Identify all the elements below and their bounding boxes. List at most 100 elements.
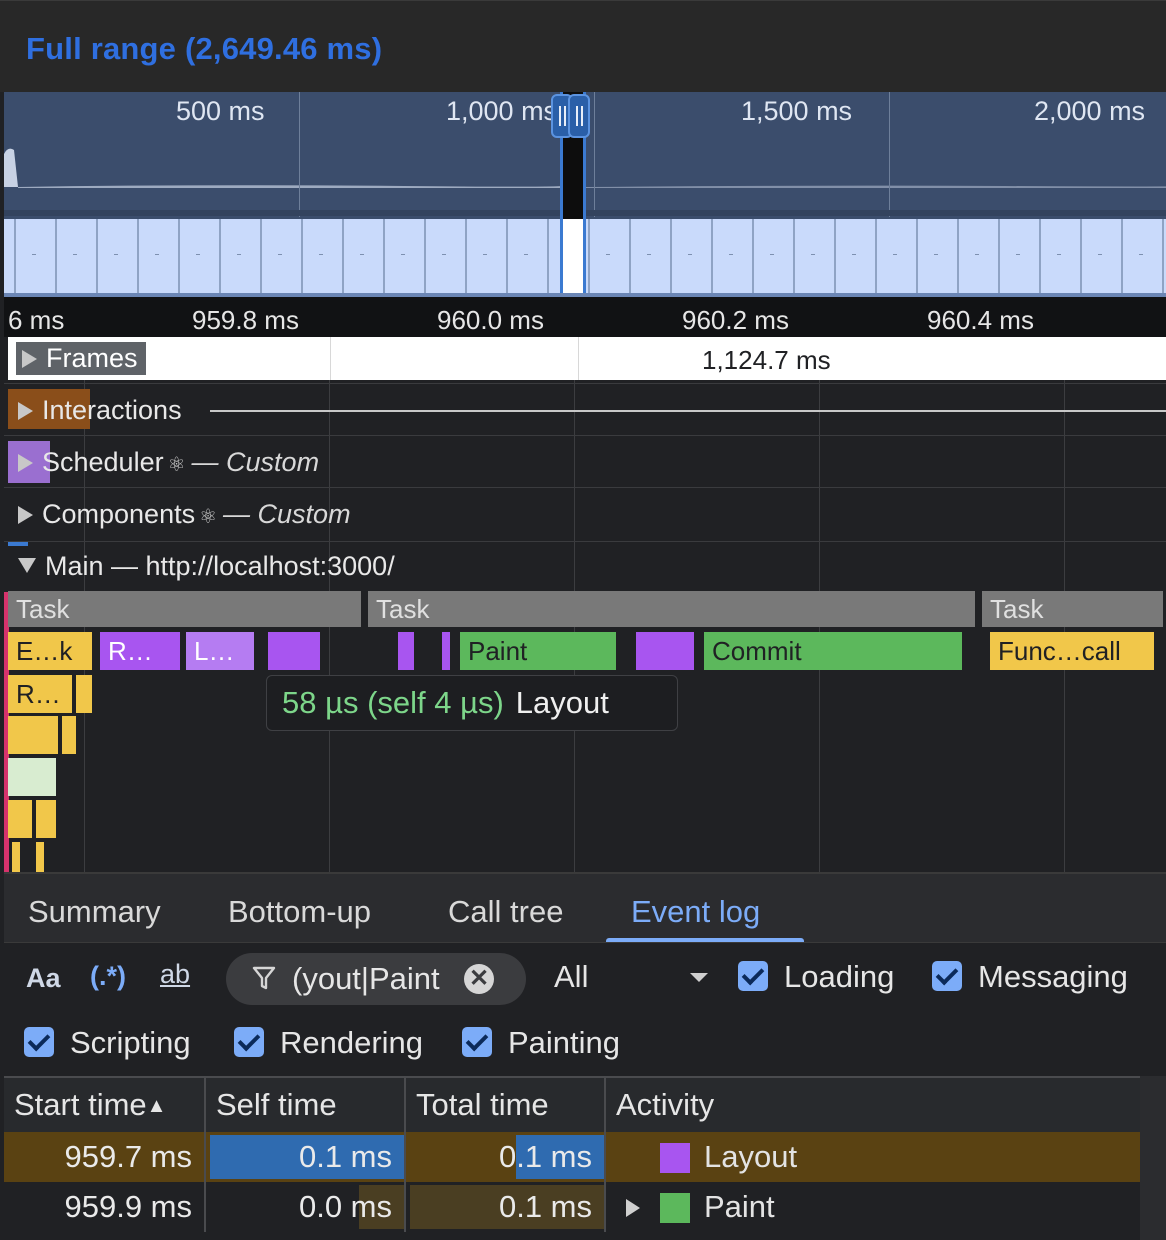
event-block-nested[interactable] <box>8 758 56 796</box>
event-block-commit[interactable]: Commit <box>704 632 962 670</box>
task-block[interactable]: Task <box>982 591 1166 627</box>
full-range-title[interactable]: Full range (2,649.46 ms) <box>26 31 382 67</box>
event-block-nested[interactable] <box>8 800 32 838</box>
clear-filter-icon[interactable]: ✕ <box>464 964 494 994</box>
expand-arrow-icon <box>22 350 37 368</box>
checkbox-loading[interactable]: Loading <box>738 959 894 995</box>
checkbox-painting[interactable]: Painting <box>462 1025 620 1061</box>
filmstrip-frame[interactable] <box>1039 219 1080 293</box>
checkbox-checked-icon[interactable] <box>234 1027 264 1057</box>
filmstrip-frame[interactable] <box>752 219 793 293</box>
main-track-label[interactable]: Main — http://localhost:3000/ <box>18 551 395 582</box>
react-icon: ⚛ <box>199 506 218 528</box>
column-header-activity[interactable]: Activity <box>606 1078 1140 1132</box>
filmstrip-frame[interactable] <box>711 219 752 293</box>
row-separator <box>4 435 1166 436</box>
event-block-sliver[interactable] <box>76 675 84 713</box>
filter-value[interactable]: yout|Paint) <box>292 961 488 997</box>
event-block-rendering[interactable] <box>636 632 694 670</box>
checkbox-checked-icon[interactable] <box>932 961 962 991</box>
table-scrollbar[interactable] <box>1140 1076 1166 1240</box>
event-block-paint[interactable]: Paint <box>460 632 616 670</box>
filmstrip-frame[interactable] <box>301 219 342 293</box>
chevron-down-icon[interactable] <box>690 973 708 982</box>
event-block-rendering[interactable] <box>268 632 320 670</box>
column-header-self-time[interactable]: Self time <box>206 1078 406 1132</box>
event-block-sliver[interactable] <box>12 842 20 872</box>
selected-frame <box>563 219 583 293</box>
right-range-handle[interactable] <box>568 94 590 138</box>
expand-arrow-icon[interactable] <box>626 1199 640 1217</box>
filmstrip-frame[interactable] <box>1121 219 1162 293</box>
filmstrip-frame[interactable] <box>219 219 260 293</box>
filmstrip-frame[interactable] <box>260 219 301 293</box>
checkbox-checked-icon[interactable] <box>24 1027 54 1057</box>
filmstrip-frame[interactable] <box>834 219 875 293</box>
main-label-text: Main — http://localhost:3000/ <box>45 551 395 581</box>
task-block[interactable]: Task <box>368 591 978 627</box>
event-block-rendering[interactable] <box>398 632 414 670</box>
table-row[interactable]: 959.9 ms 0.0 ms 0.1 ms Paint <box>4 1182 1140 1232</box>
regex-icon[interactable]: (.*) <box>90 961 126 992</box>
filter-input[interactable]: yout|Paint) ✕ <box>226 953 526 1005</box>
event-block-sliver[interactable] <box>68 716 76 754</box>
filmstrip-frame[interactable] <box>998 219 1039 293</box>
frames-track-label[interactable]: Frames <box>16 342 146 375</box>
filmstrip-frame[interactable] <box>588 219 629 293</box>
event-block-nested[interactable] <box>8 716 58 754</box>
task-block[interactable]: Task <box>8 591 364 627</box>
event-block-recalc[interactable]: R… <box>100 632 180 670</box>
filmstrip-frame[interactable] <box>137 219 178 293</box>
filmstrip-frame[interactable] <box>424 219 465 293</box>
checkbox-scripting[interactable]: Scripting <box>24 1025 191 1061</box>
filmstrip-frame[interactable] <box>383 219 424 293</box>
event-block-nested[interactable] <box>36 800 56 838</box>
column-header-total-time[interactable]: Total time <box>406 1078 606 1132</box>
event-block-sliver[interactable] <box>84 675 92 713</box>
duration-filter-select[interactable]: All <box>554 959 588 995</box>
event-block-rendering[interactable] <box>442 632 450 670</box>
checkbox-checked-icon[interactable] <box>738 961 768 991</box>
filmstrip-frame[interactable] <box>670 219 711 293</box>
filmstrip-frame[interactable] <box>55 219 96 293</box>
event-tooltip: 58 µs (self 4 µs) Layout <box>266 675 678 731</box>
tab-summary[interactable]: Summary <box>28 894 161 930</box>
event-block-run[interactable]: R… <box>8 675 72 713</box>
whole-word-icon[interactable]: ab <box>160 959 190 990</box>
event-block-function-call[interactable]: Func…call <box>990 632 1154 670</box>
event-block-evaluate[interactable]: E…k <box>8 632 92 670</box>
checkbox-rendering[interactable]: Rendering <box>234 1025 423 1061</box>
table-row[interactable]: 959.7 ms 0.1 ms 0.1 ms Layout <box>4 1132 1140 1182</box>
frames-track[interactable]: Frames 1,124.7 ms <box>8 337 1166 380</box>
filmstrip-frame[interactable] <box>629 219 670 293</box>
flame-chart[interactable]: Frames 1,124.7 ms Interactions Scheduler… <box>4 337 1166 872</box>
event-block-layout[interactable]: L… <box>186 632 254 670</box>
event-block-sliver[interactable] <box>36 842 44 872</box>
tab-call-tree[interactable]: Call tree <box>448 894 563 930</box>
filmstrip-frame[interactable] <box>957 219 998 293</box>
filmstrip-frame[interactable] <box>178 219 219 293</box>
filmstrip-frame[interactable] <box>465 219 506 293</box>
tab-event-log[interactable]: Event log <box>631 894 760 930</box>
ruler-tick: 959.8 ms <box>192 305 299 335</box>
components-track-label[interactable]: Components ⚛ — Custom <box>18 499 351 530</box>
filmstrip-frame[interactable] <box>875 219 916 293</box>
interactions-track-label[interactable]: Interactions <box>18 395 182 426</box>
filmstrip-frame[interactable] <box>14 219 55 293</box>
details-tabbar: Summary Bottom-up Call tree Event log <box>4 872 1166 943</box>
scheduler-track-label[interactable]: Scheduler ⚛ — Custom <box>18 447 319 478</box>
filmstrip-frame[interactable] <box>342 219 383 293</box>
filmstrip-frame[interactable] <box>506 219 547 293</box>
match-case-icon[interactable]: Aa <box>26 963 61 994</box>
ruler-tick: 960.4 ms <box>927 305 1034 335</box>
filmstrip-frame[interactable] <box>1162 219 1166 293</box>
timeline-overview[interactable]: 500 ms 1,000 ms 1,500 ms 2,000 ms <box>4 92 1166 297</box>
filmstrip-frame[interactable] <box>793 219 834 293</box>
filmstrip-frame[interactable] <box>916 219 957 293</box>
tab-bottom-up[interactable]: Bottom-up <box>228 894 371 930</box>
checkbox-checked-icon[interactable] <box>462 1027 492 1057</box>
filmstrip-frame[interactable] <box>96 219 137 293</box>
column-header-start-time[interactable]: Start time▲ <box>4 1078 206 1132</box>
filmstrip-frame[interactable] <box>1080 219 1121 293</box>
checkbox-messaging[interactable]: Messaging <box>932 959 1128 995</box>
